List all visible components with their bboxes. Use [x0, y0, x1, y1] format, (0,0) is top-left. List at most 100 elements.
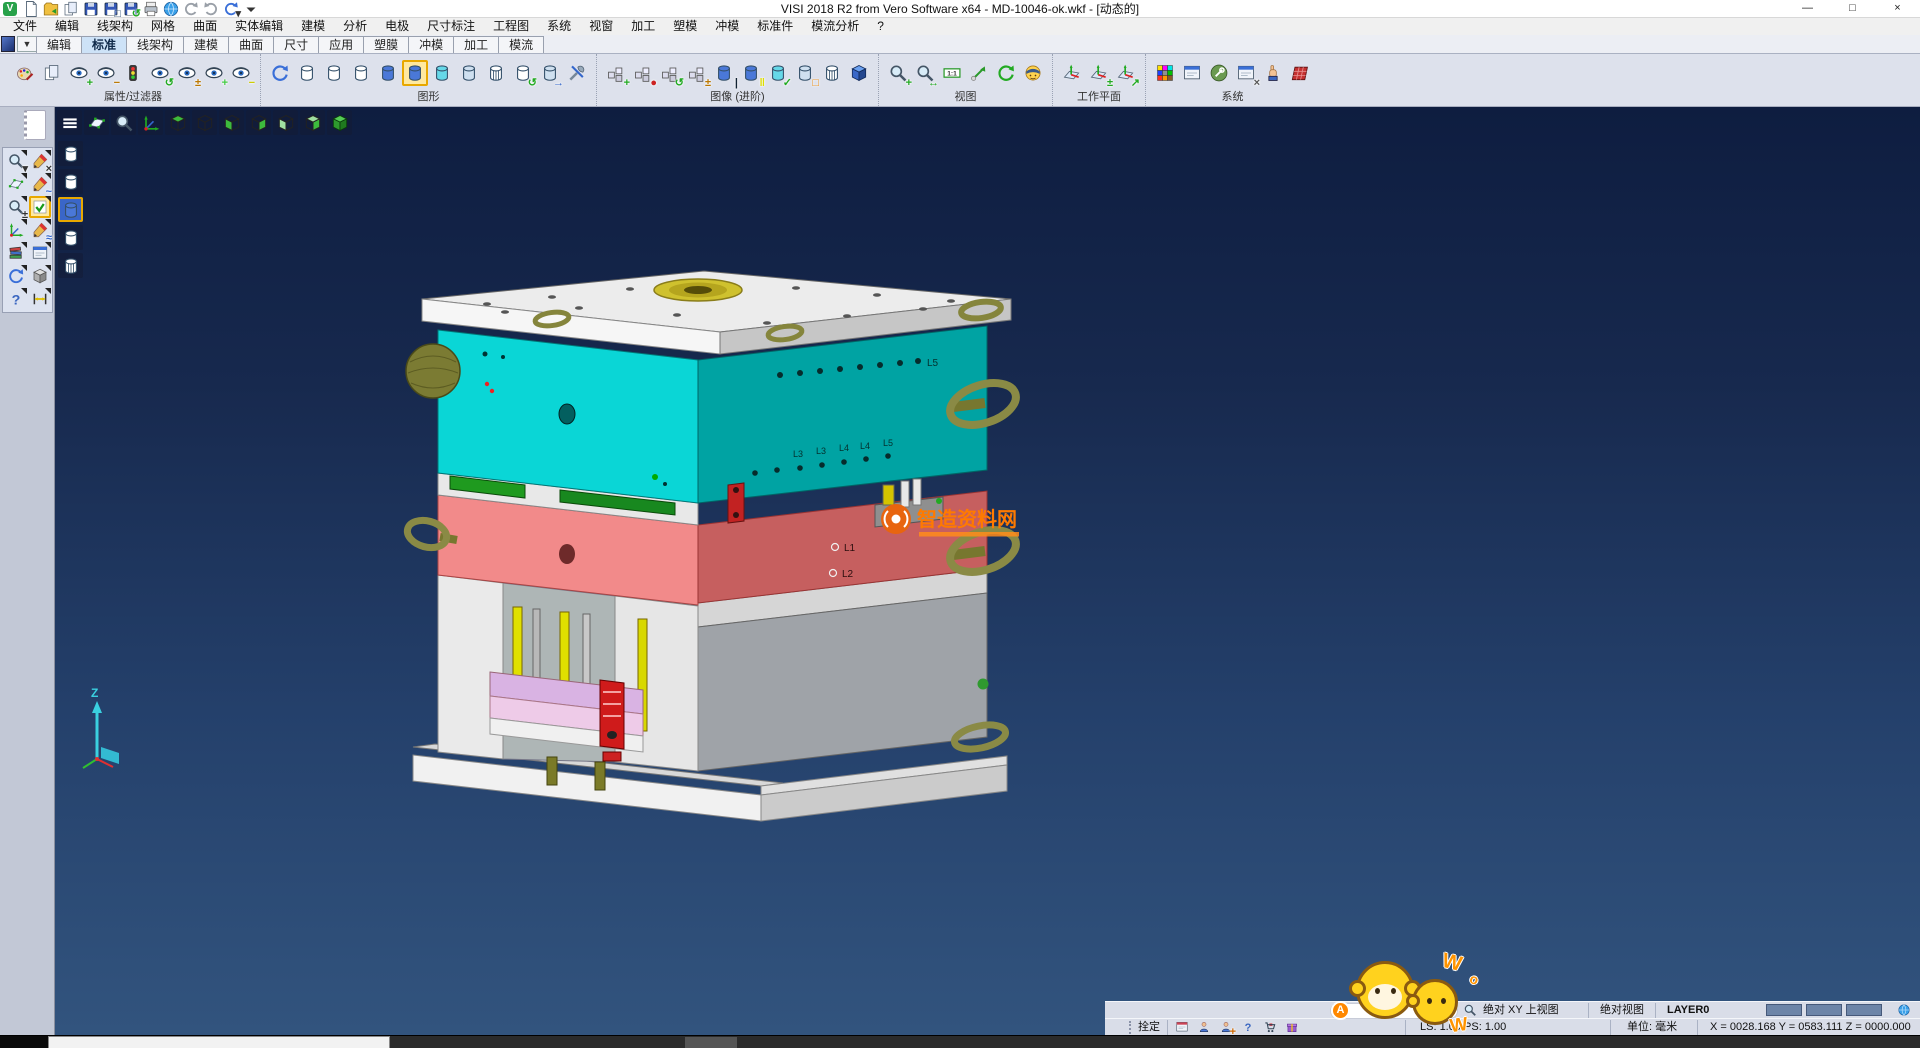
tab-应用[interactable]: 应用: [318, 36, 364, 53]
menu-建模[interactable]: 建模: [292, 18, 334, 35]
menu-线架构[interactable]: 线架构: [88, 18, 142, 35]
measure-icon[interactable]: [29, 288, 51, 310]
new-file-icon[interactable]: [22, 0, 40, 17]
update-shading-icon[interactable]: ↺: [510, 60, 536, 86]
workplane-edit-icon[interactable]: ±: [1086, 60, 1112, 86]
render-wire-c-icon[interactable]: [58, 225, 83, 250]
visibility-filter-icon[interactable]: [120, 60, 146, 86]
more-commands-icon[interactable]: [242, 0, 260, 17]
delete-edit-icon[interactable]: ×: [29, 150, 51, 172]
toggle-show-hide-icon[interactable]: ±: [174, 60, 200, 86]
user-icon[interactable]: [1195, 1019, 1213, 1035]
menu-文件[interactable]: 文件: [4, 18, 46, 35]
tab-标准[interactable]: 标准: [81, 36, 127, 53]
entities-regen-icon[interactable]: ↺: [657, 60, 683, 86]
menu-电极[interactable]: 电极: [376, 18, 418, 35]
menu-分析[interactable]: 分析: [334, 18, 376, 35]
save-as-icon[interactable]: □: [102, 0, 120, 17]
menu-曲面[interactable]: 曲面: [184, 18, 226, 35]
solid-verify-icon[interactable]: ✓: [765, 60, 791, 86]
copy-file-icon[interactable]: [62, 0, 80, 17]
solid-info-icon[interactable]: □: [792, 60, 818, 86]
entities-toggle-icon[interactable]: ±: [684, 60, 710, 86]
transparent-icon[interactable]: [429, 60, 455, 86]
display-settings-icon[interactable]: [1179, 60, 1205, 86]
wcs-axes-icon[interactable]: [5, 219, 27, 241]
render-hatch-icon[interactable]: [58, 253, 83, 278]
grab-options-icon[interactable]: [1260, 60, 1286, 86]
zoom-scale-icon[interactable]: [939, 60, 965, 86]
redo-icon[interactable]: [202, 0, 220, 17]
undo-icon[interactable]: [182, 0, 200, 17]
layer-label[interactable]: LAYER0: [1667, 1002, 1709, 1019]
open-file-icon[interactable]: [42, 0, 60, 17]
layers-window-icon[interactable]: [29, 242, 51, 264]
regen-graphics-icon[interactable]: [267, 60, 293, 86]
minimize-button[interactable]: —: [1785, 0, 1830, 18]
view-left-icon[interactable]: [219, 110, 244, 135]
curve-sketch-icon[interactable]: ~: [29, 173, 51, 195]
zoom-toggle-icon[interactable]: ±: [5, 196, 27, 218]
ghost-icon[interactable]: [456, 60, 482, 86]
view-zoom-icon[interactable]: [111, 110, 136, 135]
print-icon[interactable]: [142, 0, 160, 17]
tab-曲面[interactable]: 曲面: [228, 36, 274, 53]
attributes-palette-icon[interactable]: [12, 60, 38, 86]
spline-edit-icon[interactable]: ≈: [29, 219, 51, 241]
plugins-icon[interactable]: [1283, 1019, 1301, 1035]
menu-系统[interactable]: 系统: [538, 18, 580, 35]
solid-stripe-icon[interactable]: ‖: [738, 60, 764, 86]
save-all-icon[interactable]: ↺: [122, 0, 140, 17]
view-iso-wire-icon[interactable]: [192, 110, 217, 135]
selection-options-icon[interactable]: ▾: [5, 150, 27, 172]
view-plane-icon[interactable]: [84, 110, 109, 135]
help-icon[interactable]: [5, 288, 27, 310]
zoom-extents-icon[interactable]: ↔: [912, 60, 938, 86]
refresh-visibility-icon[interactable]: ↺: [147, 60, 173, 86]
entities-add-icon[interactable]: +: [603, 60, 629, 86]
menu-?[interactable]: ?: [868, 18, 893, 35]
solid-section-icon[interactable]: |: [711, 60, 737, 86]
window-config-icon[interactable]: ×: [1233, 60, 1259, 86]
snap-lock-label[interactable]: 拴定: [1138, 1019, 1160, 1035]
menu-工程图[interactable]: 工程图: [484, 18, 538, 35]
copy-attributes-icon[interactable]: [39, 60, 65, 86]
menu-塑模[interactable]: 塑模: [664, 18, 706, 35]
view-right-icon[interactable]: [246, 110, 271, 135]
tab-线架构[interactable]: 线架构: [126, 36, 184, 53]
wireframe-1-icon[interactable]: [294, 60, 320, 86]
view-axes-icon[interactable]: [138, 110, 163, 135]
solid-hatch-icon[interactable]: [819, 60, 845, 86]
grid-settings-icon[interactable]: [1287, 60, 1313, 86]
wireframe-2-icon[interactable]: [321, 60, 347, 86]
layer-swatch-3[interactable]: [1846, 1004, 1882, 1016]
solid-shaded-icon[interactable]: [846, 60, 872, 86]
hide-all-icon[interactable]: −: [228, 60, 254, 86]
taskbar-search-box[interactable]: [48, 1036, 390, 1048]
tab-冲模[interactable]: 冲模: [408, 36, 454, 53]
workplane-xy-icon[interactable]: [1059, 60, 1085, 86]
shaded-active-icon[interactable]: [402, 60, 428, 86]
maximize-button[interactable]: □: [1830, 0, 1875, 18]
system-config-icon[interactable]: [1206, 60, 1232, 86]
menu-加工[interactable]: 加工: [622, 18, 664, 35]
solid-gray-icon[interactable]: [29, 265, 51, 287]
tab-编辑[interactable]: 编辑: [36, 36, 82, 53]
view-front-icon[interactable]: [273, 110, 298, 135]
menu-模流分析[interactable]: 模流分析: [802, 18, 868, 35]
render-wire-b-icon[interactable]: [58, 169, 83, 194]
menu-网格[interactable]: 网格: [142, 18, 184, 35]
menu-编辑[interactable]: 编辑: [46, 18, 88, 35]
layer-swatch-2[interactable]: [1806, 1004, 1842, 1016]
zoom-select-icon[interactable]: [966, 60, 992, 86]
layer-swatch-1[interactable]: [1766, 1004, 1802, 1016]
wireframe-3-icon[interactable]: [348, 60, 374, 86]
world-icon[interactable]: [1895, 1002, 1913, 1018]
panel-icon[interactable]: [1173, 1019, 1191, 1035]
shaded-icon[interactable]: [375, 60, 401, 86]
view-shaded-icon[interactable]: [327, 110, 352, 135]
plane-selection-icon[interactable]: [5, 173, 27, 195]
web-globe-icon[interactable]: [162, 0, 180, 17]
selection-confirm-icon[interactable]: [29, 196, 51, 218]
hatched-icon[interactable]: [483, 60, 509, 86]
